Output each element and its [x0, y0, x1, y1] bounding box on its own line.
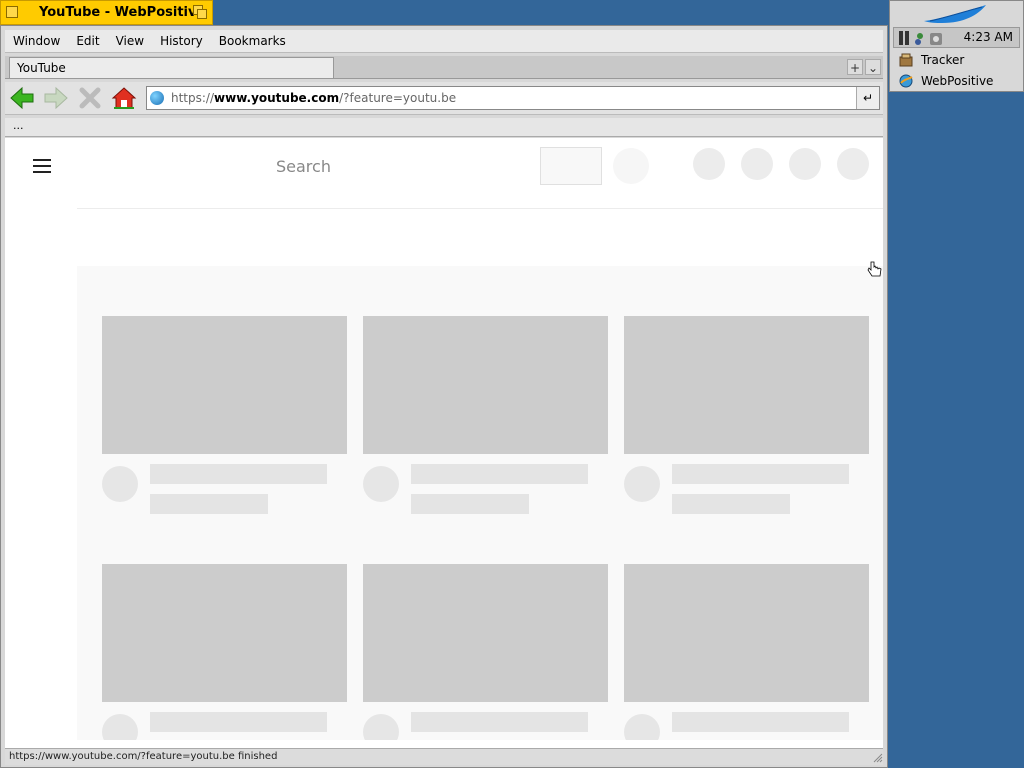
video-title-placeholder — [672, 712, 849, 732]
new-tab-button[interactable]: + — [847, 59, 863, 75]
tab-menu-button[interactable]: ⌄ — [865, 59, 881, 75]
video-title-placeholder — [411, 464, 588, 484]
video-thumbnail-placeholder[interactable] — [363, 316, 608, 454]
channel-avatar-placeholder — [624, 466, 660, 502]
window-zoom-button[interactable] — [193, 5, 207, 19]
haiku-leaf-logo[interactable] — [920, 3, 990, 25]
stop-icon[interactable] — [77, 86, 103, 110]
tab-youtube[interactable]: YouTube — [9, 57, 334, 78]
video-thumbnail-placeholder[interactable] — [624, 564, 869, 702]
video-thumbnail-placeholder[interactable] — [363, 564, 608, 702]
tracker-icon — [899, 53, 913, 67]
video-thumbnail-placeholder[interactable] — [102, 316, 347, 454]
tray-status-icons[interactable] — [898, 30, 946, 46]
menu-history[interactable]: History — [152, 34, 211, 48]
home-icon[interactable] — [111, 86, 137, 110]
resize-grip-icon[interactable] — [871, 751, 883, 763]
bookmarks-overflow-button[interactable]: ... — [13, 119, 24, 132]
tab-bar: YouTube + ⌄ — [5, 56, 883, 79]
menu-bookmarks[interactable]: Bookmarks — [211, 34, 294, 48]
video-thumbnail-placeholder[interactable] — [102, 564, 347, 702]
header-icon-placeholder[interactable] — [693, 148, 725, 180]
menu-view[interactable]: View — [108, 34, 152, 48]
address-bar[interactable]: https://www.youtube.com/?feature=youtu.b… — [146, 86, 880, 110]
search-button-placeholder[interactable] — [540, 147, 602, 185]
video-title-placeholder — [411, 712, 588, 732]
video-thumbnail-placeholder[interactable] — [624, 316, 869, 454]
window-close-button[interactable] — [6, 6, 18, 18]
channel-avatar-placeholder — [102, 466, 138, 502]
menu-edit[interactable]: Edit — [68, 34, 107, 48]
voice-search-placeholder[interactable] — [613, 148, 649, 184]
web-content[interactable]: Search — [5, 138, 883, 748]
forward-arrow-icon[interactable] — [43, 86, 69, 110]
status-bar: https://www.youtube.com/?feature=youtu.b… — [5, 748, 883, 765]
navigation-bar: https://www.youtube.com/?feature=youtu.b… — [5, 82, 883, 115]
deskbar-app-label: Tracker — [921, 53, 965, 67]
system-tray: 4:23 AM — [893, 27, 1020, 48]
browser-window: Window Edit View History Bookmarks YouTu… — [0, 25, 888, 768]
bookmarks-bar: ... — [5, 118, 883, 137]
video-meta-placeholder — [411, 494, 529, 514]
search-placeholder[interactable]: Search — [276, 157, 331, 176]
video-title-placeholder — [672, 464, 849, 484]
window-title-tab[interactable]: YouTube - WebPositive — [0, 0, 213, 25]
back-arrow-icon[interactable] — [9, 86, 35, 110]
deskbar-app-label: WebPositive — [921, 74, 994, 88]
deskbar-app-webpositive[interactable]: WebPositive — [893, 71, 1020, 91]
video-title-placeholder — [150, 464, 327, 484]
deskbar-app-tracker[interactable]: Tracker — [893, 50, 1020, 70]
deskbar: 4:23 AM Tracker WebPositive — [889, 0, 1024, 92]
video-meta-placeholder — [150, 494, 268, 514]
youtube-header: Search — [5, 138, 883, 194]
window-title: YouTube - WebPositive — [39, 5, 206, 20]
header-icon-placeholder[interactable] — [789, 148, 821, 180]
hand-cursor-icon — [867, 261, 882, 277]
header-icon-placeholder[interactable] — [741, 148, 773, 180]
channel-avatar-placeholder — [363, 466, 399, 502]
menu-bar: Window Edit View History Bookmarks — [5, 30, 883, 53]
video-meta-placeholder — [672, 494, 790, 514]
webpositive-icon — [899, 74, 913, 88]
menu-window[interactable]: Window — [5, 34, 68, 48]
chip-bar-placeholder — [77, 208, 883, 268]
menu-icon[interactable] — [33, 159, 51, 177]
go-button[interactable]: ↵ — [856, 87, 879, 109]
clock[interactable]: 4:23 AM — [964, 30, 1013, 44]
address-url[interactable]: https://www.youtube.com/?feature=youtu.b… — [171, 91, 456, 105]
video-title-placeholder — [150, 712, 327, 732]
content-fade — [77, 740, 883, 748]
globe-icon — [150, 91, 164, 105]
avatar-placeholder[interactable] — [837, 148, 869, 180]
